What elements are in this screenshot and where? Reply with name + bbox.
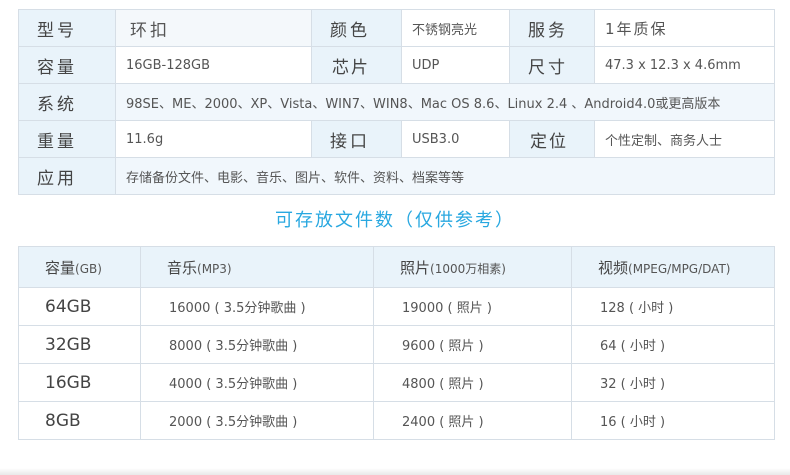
cell-music: 8000 ( 3.5分钟歌曲 ) xyxy=(140,325,374,364)
value-color: 不锈钢亮光 xyxy=(401,9,510,47)
cell-capacity: 32GB xyxy=(18,325,141,364)
header-video: 视频(MPEG/MPG/DAT) xyxy=(571,246,775,288)
cell-capacity: 8GB xyxy=(18,401,141,440)
label-position: 定位 xyxy=(509,120,595,158)
label-model: 型号 xyxy=(18,9,116,47)
capacity-caption: 可存放文件数（仅供参考） xyxy=(275,210,515,231)
cell-video: 128 ( 小时 ) xyxy=(571,287,775,326)
label-size: 尺寸 xyxy=(509,46,595,84)
cell-photo: 9600 ( 照片 ) xyxy=(373,325,572,364)
table-row: 16GB 4000 ( 3.5分钟歌曲 ) 4800 ( 照片 ) 32 ( 小… xyxy=(18,363,775,402)
table-row: 64GB 16000 ( 3.5分钟歌曲 ) 19000 ( 照片 ) 128 … xyxy=(18,287,775,326)
table-row: 32GB 8000 ( 3.5分钟歌曲 ) 9600 ( 照片 ) 64 ( 小… xyxy=(18,325,775,364)
value-system: 98SE、ME、2000、XP、Vista、WIN7、WIN8、Mac OS 8… xyxy=(115,83,775,121)
cell-music: 4000 ( 3.5分钟歌曲 ) xyxy=(140,363,374,402)
footer-divider xyxy=(0,468,790,475)
spec-row-application: 应用 存储备份文件、电影、音乐、图片、软件、资料、档案等等 xyxy=(18,157,775,195)
spec-row-capacity: 容量 16GB-128GB 芯片 UDP 尺寸 47.3 x 12.3 x 4.… xyxy=(18,46,775,84)
cell-photo: 2400 ( 照片 ) xyxy=(373,401,572,440)
cell-music: 2000 ( 3.5分钟歌曲 ) xyxy=(140,401,374,440)
label-service: 服务 xyxy=(509,9,595,47)
value-chip: UDP xyxy=(401,46,510,84)
table-row: 8GB 2000 ( 3.5分钟歌曲 ) 2400 ( 照片 ) 16 ( 小时… xyxy=(18,401,775,440)
label-system: 系统 xyxy=(18,83,116,121)
label-weight: 重量 xyxy=(18,120,116,158)
value-size: 47.3 x 12.3 x 4.6mm xyxy=(594,46,775,84)
value-model: 环扣 xyxy=(115,9,312,47)
value-service: 1年质保 xyxy=(594,9,775,47)
value-weight: 11.6g xyxy=(115,120,312,158)
label-capacity: 容量 xyxy=(18,46,116,84)
label-interface: 接口 xyxy=(311,120,402,158)
file-capacity-table: 容量(GB) 音乐(MP3) 照片(1000万相素) 视频(MPEG/MPG/D… xyxy=(18,246,775,440)
cell-music: 16000 ( 3.5分钟歌曲 ) xyxy=(140,287,374,326)
value-position: 个性定制、商务人士 xyxy=(594,120,775,158)
value-capacity: 16GB-128GB xyxy=(115,46,312,84)
file-table-header: 容量(GB) 音乐(MP3) 照片(1000万相素) 视频(MPEG/MPG/D… xyxy=(18,246,775,288)
value-application: 存储备份文件、电影、音乐、图片、软件、资料、档案等等 xyxy=(115,157,775,195)
header-music: 音乐(MP3) xyxy=(140,246,374,288)
label-chip: 芯片 xyxy=(311,46,402,84)
spec-table: 型号 环扣 颜色 不锈钢亮光 服务 1年质保 容量 16GB-128GB 芯片 … xyxy=(18,9,775,195)
cell-video: 16 ( 小时 ) xyxy=(571,401,775,440)
cell-video: 32 ( 小时 ) xyxy=(571,363,775,402)
spec-row-weight: 重量 11.6g 接口 USB3.0 定位 个性定制、商务人士 xyxy=(18,120,775,158)
spec-row-system: 系统 98SE、ME、2000、XP、Vista、WIN7、WIN8、Mac O… xyxy=(18,83,775,121)
cell-photo: 4800 ( 照片 ) xyxy=(373,363,572,402)
spec-row-model: 型号 环扣 颜色 不锈钢亮光 服务 1年质保 xyxy=(18,9,775,47)
cell-photo: 19000 ( 照片 ) xyxy=(373,287,572,326)
cell-video: 64 ( 小时 ) xyxy=(571,325,775,364)
header-photo: 照片(1000万相素) xyxy=(373,246,572,288)
label-application: 应用 xyxy=(18,157,116,195)
cell-capacity: 16GB xyxy=(18,363,141,402)
cell-capacity: 64GB xyxy=(18,287,141,326)
label-color: 颜色 xyxy=(311,9,402,47)
header-capacity: 容量(GB) xyxy=(18,246,141,288)
value-interface: USB3.0 xyxy=(401,120,510,158)
